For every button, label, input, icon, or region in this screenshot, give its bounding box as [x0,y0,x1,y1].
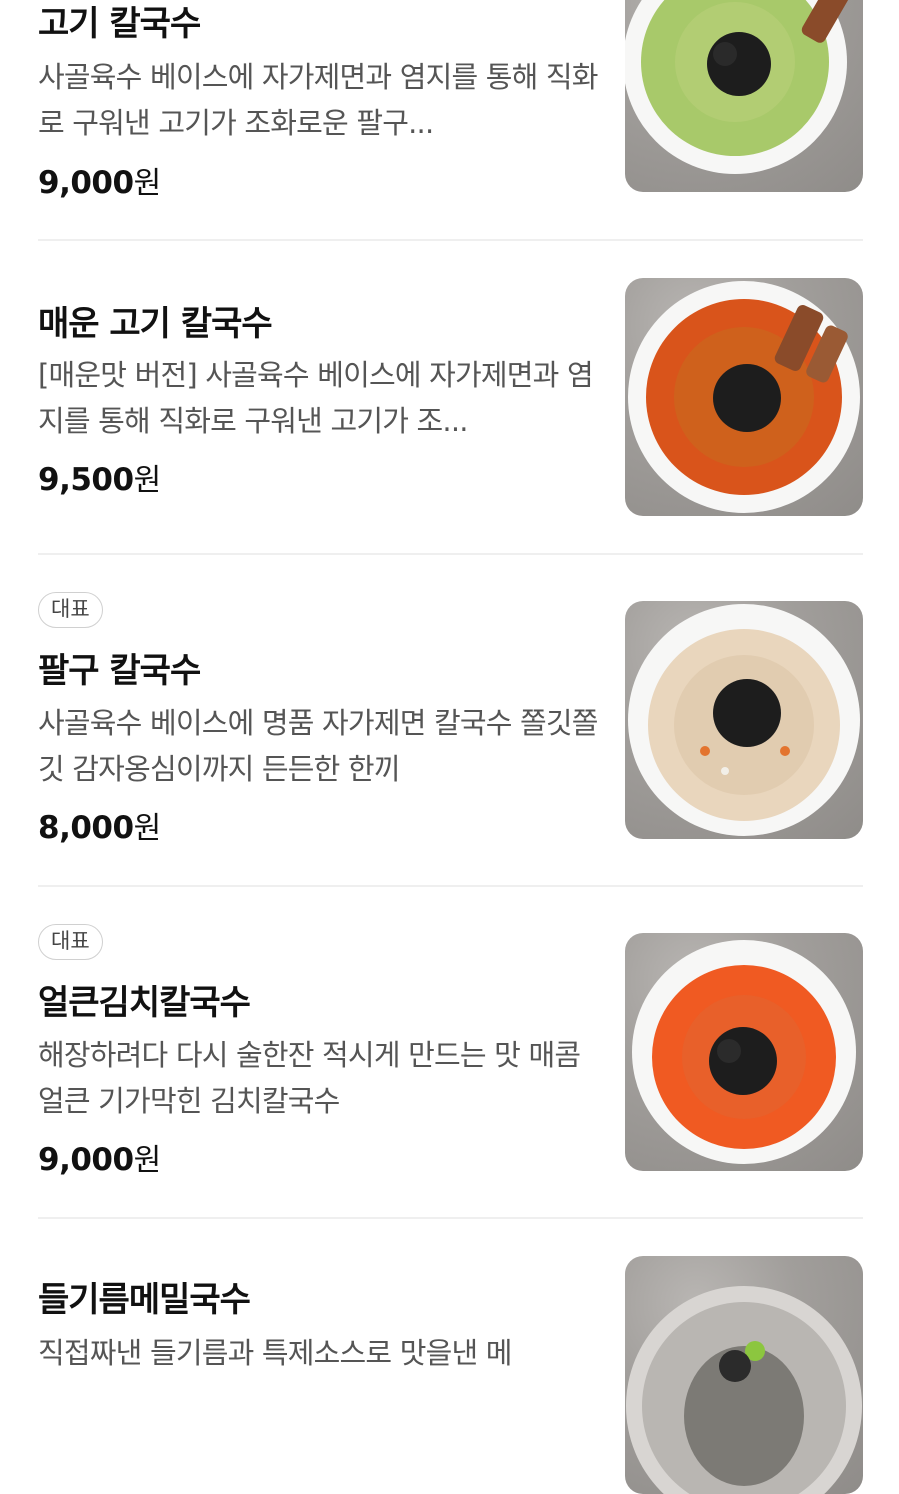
menu-item-description: 직접짜낸 들기름과 특제소스로 맛을낸 메 [38,1336,512,1370]
menu-item-price: 9,000원 [38,1135,161,1179]
menu-item-price: 9,000원 [38,158,161,202]
menu-item-description: [매운맛 버전] 사골육수 베이스에 자가제면과 염지를 통해 직화로 구워낸 … [38,358,594,438]
signature-badge: 대표 [38,924,103,960]
menu-item-name: 팔구 칼국수 [38,651,201,691]
menu-item-name: 얼큰김치칼국수 [38,983,251,1023]
menu-item-description: 사골육수 베이스에 자가제면과 염지를 통해 직화로 구워낸 고기가 조화로운 … [38,60,598,140]
menu-item-palgu-kalguksu[interactable]: 대표 팔구 칼국수 사골육수 베이스에 명품 자가제면 칼국수 쫄깃쫄깃 감자옹… [0,554,899,886]
kimchi-kalguksu-photo [625,933,863,1171]
menu-item-perilla-buckwheat-noodle[interactable]: 들기름메밀국수 직접짜낸 들기름과 특제소스로 맛을낸 메 [0,1218,899,1494]
beef-kalguksu-photo [625,0,863,192]
menu-item-name: 들기름메밀국수 [38,1280,251,1320]
menu-item-description: 사골육수 베이스에 명품 자가제면 칼국수 쫄깃쫄깃 감자옹심이까지 든든한 한… [38,706,598,786]
menu-item-beef-kalguksu[interactable]: 고기 칼국수 사골육수 베이스에 자가제면과 염지를 통해 직화로 구워낸 고기… [0,0,899,240]
price-value: 9,000 [38,165,134,201]
menu-item-price: 8,000원 [38,803,161,847]
currency-label: 원 [133,166,162,201]
menu-item-name: 고기 칼국수 [38,4,201,44]
menu-item-price: 9,500원 [38,455,161,499]
currency-label: 원 [133,463,162,498]
menu-item-kimchi-kalguksu[interactable]: 대표 얼큰김치칼국수 해장하려다 다시 술한잔 적시게 만드는 맛 매콤 얼큰 … [0,886,899,1218]
menu-item-name: 매운 고기 칼국수 [38,304,273,344]
perilla-buckwheat-noodle-photo [625,1256,863,1494]
palgu-kalguksu-photo [625,601,863,839]
currency-label: 원 [133,811,162,846]
price-value: 8,000 [38,810,134,846]
price-value: 9,500 [38,462,134,498]
currency-label: 원 [133,1143,162,1178]
spicy-beef-kalguksu-photo [625,278,863,516]
signature-badge: 대표 [38,592,103,628]
price-value: 9,000 [38,1142,134,1178]
menu-item-description: 해장하려다 다시 술한잔 적시게 만드는 맛 매콤 얼큰 기가막힌 김치칼국수 [38,1038,581,1118]
menu-item-spicy-beef-kalguksu[interactable]: 매운 고기 칼국수 [매운맛 버전] 사골육수 베이스에 자가제면과 염지를 통… [0,240,899,553]
